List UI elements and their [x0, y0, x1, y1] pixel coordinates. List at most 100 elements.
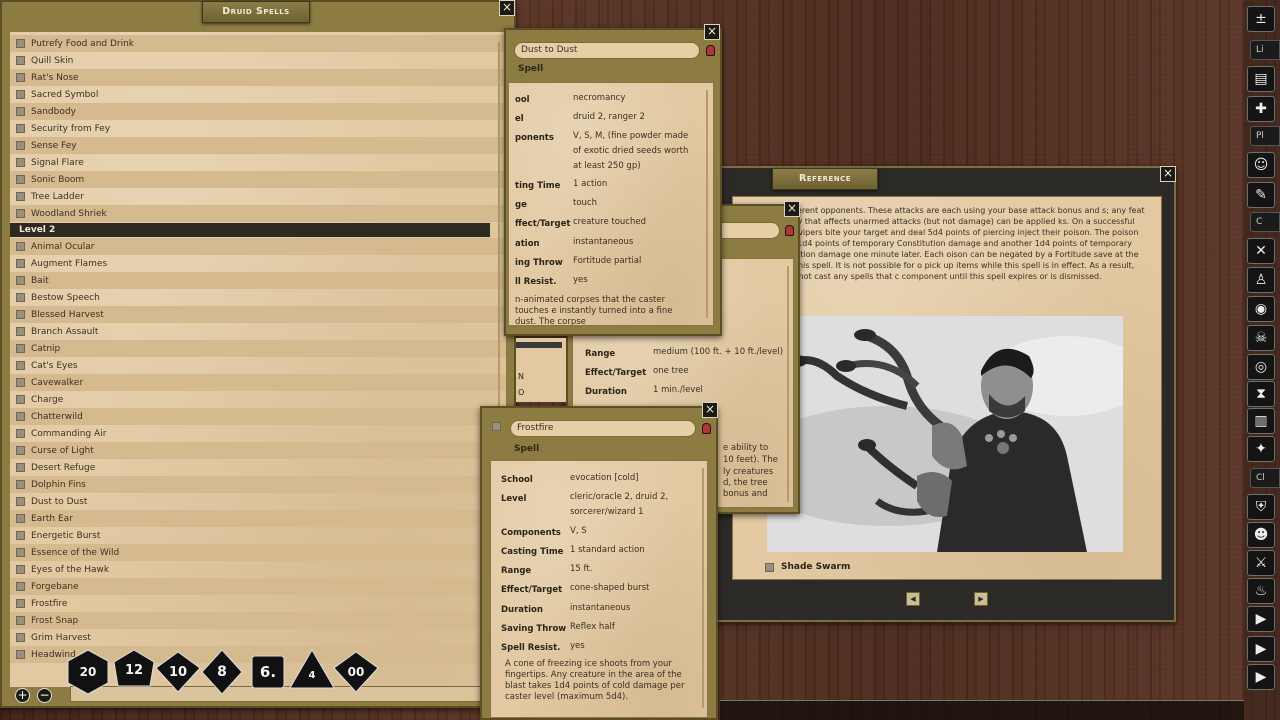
swords-icon[interactable]: ✕: [1247, 238, 1275, 264]
frostfire-scrollbar[interactable]: [702, 468, 704, 708]
dust-to-dust-name-field[interactable]: Dust to Dust: [514, 42, 700, 59]
list-item[interactable]: Charge: [10, 391, 506, 408]
list-item[interactable]: Eyes of the Hawk: [10, 561, 506, 578]
remove-button[interactable]: −: [37, 688, 52, 703]
coins-icon[interactable]: ◎: [1247, 354, 1275, 380]
spell-checkbox[interactable]: [16, 56, 25, 65]
dust-scrollbar[interactable]: [706, 90, 708, 318]
spell-checkbox[interactable]: [16, 209, 25, 218]
add-button[interactable]: +: [15, 688, 30, 703]
hidden-spell-lock-icon[interactable]: [785, 225, 794, 236]
arrow-right-icon[interactable]: ▶: [1247, 636, 1275, 662]
list-item[interactable]: Rat's Nose: [10, 69, 506, 86]
spell-checkbox[interactable]: [16, 480, 25, 489]
hidden-spell-scrollbar[interactable]: [787, 266, 789, 502]
d100-button[interactable]: 00: [336, 652, 376, 692]
list-item[interactable]: Dust to Dust: [10, 493, 506, 510]
list-item[interactable]: Frostfire: [10, 595, 506, 612]
list-item[interactable]: Bestow Speech: [10, 289, 506, 306]
spell-checkbox[interactable]: [16, 514, 25, 523]
list-item[interactable]: Commanding Air: [10, 425, 506, 442]
list-item[interactable]: Chatterwild: [10, 408, 506, 425]
frostfire-checkbox[interactable]: [492, 422, 501, 431]
list-item[interactable]: Dolphin Fins: [10, 476, 506, 493]
list-item[interactable]: Tree Ladder: [10, 188, 506, 205]
book-icon[interactable]: ▥: [1247, 408, 1275, 434]
spell-checkbox[interactable]: [16, 616, 25, 625]
list-item[interactable]: Augment Flames: [10, 255, 506, 272]
spell-checkbox[interactable]: [16, 650, 25, 659]
spell-checkbox[interactable]: [16, 548, 25, 557]
spell-checkbox[interactable]: [16, 599, 25, 608]
monster-icon[interactable]: ☻: [1247, 522, 1275, 548]
list-item[interactable]: Forgebane: [10, 578, 506, 595]
d4-button[interactable]: 4: [296, 662, 328, 688]
next-page-button[interactable]: ▶: [974, 592, 988, 606]
frostfire-lock-icon[interactable]: [702, 423, 711, 434]
spell-checkbox[interactable]: [16, 633, 25, 642]
level-2-header[interactable]: Level 2: [10, 223, 490, 237]
list-item[interactable]: Desert Refuge: [10, 459, 506, 476]
spell-checkbox[interactable]: [16, 124, 25, 133]
spell-checkbox[interactable]: [16, 158, 25, 167]
spell-checkbox[interactable]: [16, 531, 25, 540]
spell-checkbox[interactable]: [16, 310, 25, 319]
sidebar-tab[interactable]: Pl: [1250, 126, 1280, 146]
spell-checkbox[interactable]: [16, 565, 25, 574]
list-item[interactable]: Frost Snap: [10, 612, 506, 629]
list-item[interactable]: Essence of the Wild: [10, 544, 506, 561]
shield-icon[interactable]: ⛨: [1247, 494, 1275, 520]
list-item[interactable]: Cat's Eyes: [10, 357, 506, 374]
spell-checkbox[interactable]: [16, 327, 25, 336]
spell-checkbox[interactable]: [16, 378, 25, 387]
druid-spells-close-button[interactable]: ×: [499, 0, 515, 16]
list-item[interactable]: Sandbody: [10, 103, 506, 120]
skull-icon[interactable]: ☠: [1247, 325, 1275, 351]
list-item[interactable]: Catnip: [10, 340, 506, 357]
caption-checkbox[interactable]: [765, 563, 774, 572]
spell-checkbox[interactable]: [16, 395, 25, 404]
list-item[interactable]: Sonic Boom: [10, 171, 506, 188]
spell-checkbox[interactable]: [16, 293, 25, 302]
fire-icon[interactable]: ♨: [1247, 578, 1275, 604]
list-item[interactable]: Energetic Burst: [10, 527, 506, 544]
spell-checkbox[interactable]: [16, 73, 25, 82]
spell-checkbox[interactable]: [16, 429, 25, 438]
spell-checkbox[interactable]: [16, 175, 25, 184]
list-item[interactable]: Woodland Shriek: [10, 205, 506, 222]
list-item[interactable]: Earth Ear: [10, 510, 506, 527]
list-item[interactable]: Putrefy Food and Drink: [10, 35, 506, 52]
sidebar-tab[interactable]: C: [1250, 212, 1280, 232]
list-item[interactable]: Bait: [10, 272, 506, 289]
list-item[interactable]: Branch Assault: [10, 323, 506, 340]
spell-checkbox[interactable]: [16, 141, 25, 150]
list-item[interactable]: Cavewalker: [10, 374, 506, 391]
frostfire-close-button[interactable]: ×: [702, 402, 718, 418]
hidden-spell-close-button[interactable]: ×: [784, 201, 800, 217]
spell-checkbox[interactable]: [16, 39, 25, 48]
spell-checkbox[interactable]: [16, 582, 25, 591]
spell-checkbox[interactable]: [16, 344, 25, 353]
notes-icon[interactable]: ✎: [1247, 182, 1275, 208]
potion-icon[interactable]: ◉: [1247, 296, 1275, 322]
spell-checkbox[interactable]: [16, 361, 25, 370]
spell-checkbox[interactable]: [16, 242, 25, 251]
spell-checkbox[interactable]: [16, 90, 25, 99]
character-icon[interactable]: ♙: [1247, 267, 1275, 293]
spell-checkbox[interactable]: [16, 412, 25, 421]
frostfire-name-field[interactable]: Frostfire: [510, 420, 696, 437]
dust-to-dust-lock-icon[interactable]: [706, 45, 715, 56]
players-icon[interactable]: ☺: [1247, 152, 1275, 178]
spell-checkbox[interactable]: [16, 497, 25, 506]
list-item[interactable]: Signal Flare: [10, 154, 506, 171]
spell-checkbox[interactable]: [16, 463, 25, 472]
d10-button[interactable]: 10: [156, 652, 200, 692]
spell-checkbox[interactable]: [16, 107, 25, 116]
spell-checkbox[interactable]: [16, 276, 25, 285]
library-icon[interactable]: ▤: [1247, 66, 1275, 92]
list-item[interactable]: Animal Ocular: [10, 238, 506, 255]
spell-checkbox[interactable]: [16, 192, 25, 201]
list-item[interactable]: Blessed Harvest: [10, 306, 506, 323]
d12-button[interactable]: 12: [114, 650, 154, 690]
battle-icon[interactable]: ✦: [1247, 436, 1275, 462]
